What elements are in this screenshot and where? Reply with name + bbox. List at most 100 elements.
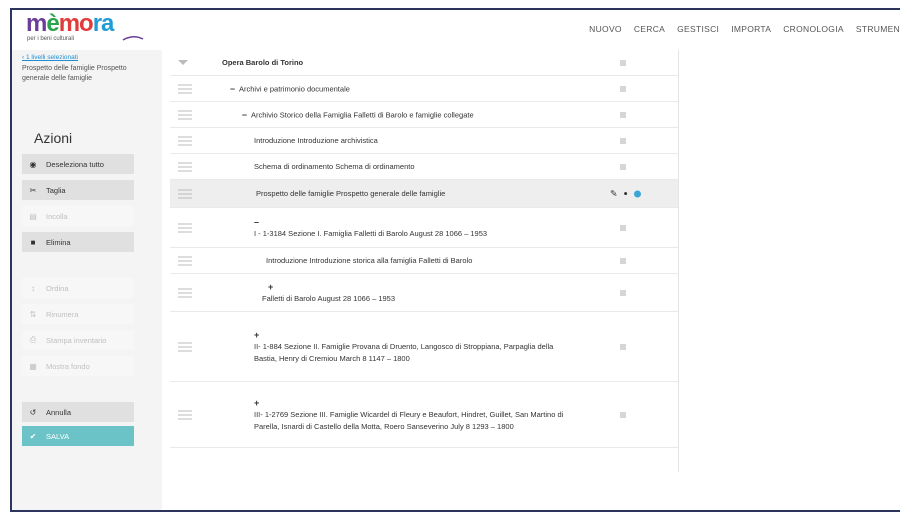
print-icon: ⎙ xyxy=(29,335,37,344)
row-actions: ✎ ● xyxy=(610,188,641,199)
tree-row-text: Archivio Storico della Famiglia Falletti… xyxy=(251,110,474,119)
drag-handle-icon[interactable] xyxy=(178,110,192,119)
drag-handle-icon[interactable] xyxy=(178,189,192,198)
header: mèmora per i beni culturali NUOVO CERCA … xyxy=(12,10,900,50)
sort-button[interactable]: ↕ Ordina xyxy=(22,278,134,298)
tree-row-label: + II- 1-884 Sezione II. Famiglie Provana… xyxy=(254,329,554,365)
row-menu-icon[interactable] xyxy=(620,111,626,118)
undo-icon: ↺ xyxy=(29,407,37,417)
drag-handle-icon[interactable] xyxy=(178,288,192,297)
show-fond-button[interactable]: ▦ Mostra fondo xyxy=(22,356,134,376)
tree-row[interactable]: – Archivio Storico della Famiglia Fallett… xyxy=(170,102,678,128)
nav-strumenti[interactable]: STRUMEN xyxy=(856,24,900,34)
status-dot-icon[interactable] xyxy=(633,190,641,197)
action-label: Stampa inventario xyxy=(46,335,107,345)
tree-row[interactable]: Introduzione Introduzione storica alla f… xyxy=(170,248,678,274)
nav-gestisci[interactable]: GESTISCI xyxy=(677,24,719,34)
drag-handle-icon[interactable] xyxy=(178,410,192,419)
tree-row-text: I - 1-3184 Sezione I. Famiglia Falletti … xyxy=(254,228,488,238)
selected-levels-link[interactable]: ‹ 1 livelli selezionati xyxy=(22,54,78,61)
print-inventory-button[interactable]: ⎙ Stampa inventario xyxy=(22,330,134,350)
logo[interactable]: mèmora per i beni culturali xyxy=(26,10,156,46)
row-menu-icon[interactable] xyxy=(620,343,626,350)
tree-row-text: Archivi e patrimonio documentale xyxy=(239,84,350,93)
expand-toggle[interactable]: + xyxy=(254,397,560,409)
drag-handle-icon[interactable] xyxy=(178,256,192,265)
row-menu-icon[interactable] xyxy=(620,137,626,144)
tree-row[interactable]: + III- 1-2769 Sezione III. Famiglie Wica… xyxy=(170,382,678,448)
paste-button[interactable]: ▤ Incolla xyxy=(22,206,134,226)
tree-row-selected[interactable]: Prospetto delle famiglie Prospetto gener… xyxy=(170,180,678,208)
tree-row-text: Schema di ordinamento Schema di ordiname… xyxy=(254,161,415,171)
collapse-toggle[interactable]: – xyxy=(230,83,235,93)
sort-icon: ↕ xyxy=(31,283,35,293)
collapse-toggle[interactable]: – xyxy=(254,216,483,228)
action-label: Taglia xyxy=(46,185,66,195)
drag-handle-icon[interactable] xyxy=(178,84,192,93)
nav-importa[interactable]: IMPORTA xyxy=(731,24,771,34)
tree-row-text: Prospetto delle famiglie Prospetto gener… xyxy=(256,188,446,198)
drag-handle-icon[interactable] xyxy=(178,223,192,232)
row-menu-icon[interactable] xyxy=(620,224,626,231)
expand-toggle[interactable]: + xyxy=(262,281,391,293)
expand-toggle[interactable]: + xyxy=(254,329,550,341)
tree-row[interactable]: Introduzione Introduzione archivistica xyxy=(170,128,678,154)
tree-row-label: Opera Barolo di Torino xyxy=(222,57,303,69)
nav-nuovo[interactable]: NUOVO xyxy=(589,24,622,34)
undo-button[interactable]: ↺ Annulla xyxy=(22,402,134,422)
row-menu-icon[interactable] xyxy=(620,85,626,92)
row-menu-icon[interactable] xyxy=(620,257,626,264)
row-menu-icon[interactable] xyxy=(620,59,626,66)
cut-button[interactable]: ✂ Taglia xyxy=(22,180,134,200)
paste-icon: ▤ xyxy=(29,211,37,221)
tree-row-label: – Archivio Storico della Famiglia Fallett… xyxy=(242,108,474,121)
drag-handle-icon[interactable] xyxy=(178,162,192,171)
action-label: Incolla xyxy=(46,211,68,221)
tree-row-text: Introduzione Introduzione archivistica xyxy=(254,135,378,145)
renumber-button[interactable]: ⇅ Rinumera xyxy=(22,304,134,324)
tree-row[interactable]: + II- 1-884 Sezione II. Famiglie Provana… xyxy=(170,312,678,382)
logo-subtitle: per i beni culturali xyxy=(27,36,75,42)
edit-pencil-icon[interactable]: ✎ xyxy=(610,188,618,199)
delete-button[interactable]: ■ Elimina xyxy=(22,232,134,252)
renumber-icon: ⇅ xyxy=(29,309,37,319)
tree-row[interactable]: – I - 1-3184 Sezione I. Famiglia Fallett… xyxy=(170,208,678,248)
tree-row-text: Falletti di Barolo August 28 1066 – 1953 xyxy=(262,293,396,303)
logo-letter: è xyxy=(46,10,59,37)
action-label: Annulla xyxy=(46,407,72,417)
collapse-toggle[interactable]: – xyxy=(242,109,247,119)
tree-row[interactable]: Schema di ordinamento Schema di ordiname… xyxy=(170,154,678,180)
check-circle-icon: ✔ xyxy=(29,431,37,441)
circle-dot-icon: ◉ xyxy=(29,159,37,169)
grid-icon: ▦ xyxy=(29,361,37,371)
left-panel: ‹ 1 livelli selezionati Prospetto delle … xyxy=(12,50,162,510)
row-menu-icon[interactable] xyxy=(620,289,626,296)
drag-handle-icon[interactable] xyxy=(178,136,192,145)
drag-handle-icon[interactable] xyxy=(178,342,192,351)
tree-row-label: Introduzione Introduzione storica alla f… xyxy=(266,255,472,267)
tree-row[interactable]: – Archivi e patrimonio documentale xyxy=(170,76,678,102)
archive-tree: Opera Barolo di Torino – Archivi e patrim… xyxy=(170,50,678,510)
deselect-all-button[interactable]: ◉ Deseleziona tutto xyxy=(22,154,134,174)
panel-divider xyxy=(678,50,679,472)
row-menu-icon[interactable] xyxy=(620,163,626,170)
action-label: Mostra fondo xyxy=(46,361,90,371)
tree-row[interactable]: Opera Barolo di Torino xyxy=(170,50,678,76)
collapse-arrow-icon[interactable] xyxy=(178,59,188,66)
row-menu-icon[interactable] xyxy=(620,411,626,418)
nav-cronologia[interactable]: CRONOLOGIA xyxy=(783,24,844,34)
tree-row-label: + Falletti di Barolo August 28 1066 – 19… xyxy=(262,281,395,305)
tree-row-label: – I - 1-3184 Sezione I. Famiglia Fallett… xyxy=(254,216,487,240)
tree-row-label: – Archivi e patrimonio documentale xyxy=(230,82,350,95)
app-frame: mèmora per i beni culturali NUOVO CERCA … xyxy=(10,8,900,512)
view-eye-icon[interactable]: ● xyxy=(624,190,628,197)
nav-cerca[interactable]: CERCA xyxy=(634,24,665,34)
logo-letter: mo xyxy=(58,10,94,37)
tree-row-text: II- 1-884 Sezione II. Famiglie Provana d… xyxy=(254,341,554,363)
save-button[interactable]: ✔ SALVA xyxy=(22,426,134,446)
action-label: SALVA xyxy=(46,431,70,441)
tree-row-text: III- 1-2769 Sezione III. Famiglie Wicard… xyxy=(254,409,564,431)
top-nav: NUOVO CERCA GESTISCI IMPORTA CRONOLOGIA … xyxy=(589,24,900,34)
tree-row-text: Opera Barolo di Torino xyxy=(222,57,304,67)
tree-row[interactable]: + Falletti di Barolo August 28 1066 – 19… xyxy=(170,274,678,312)
